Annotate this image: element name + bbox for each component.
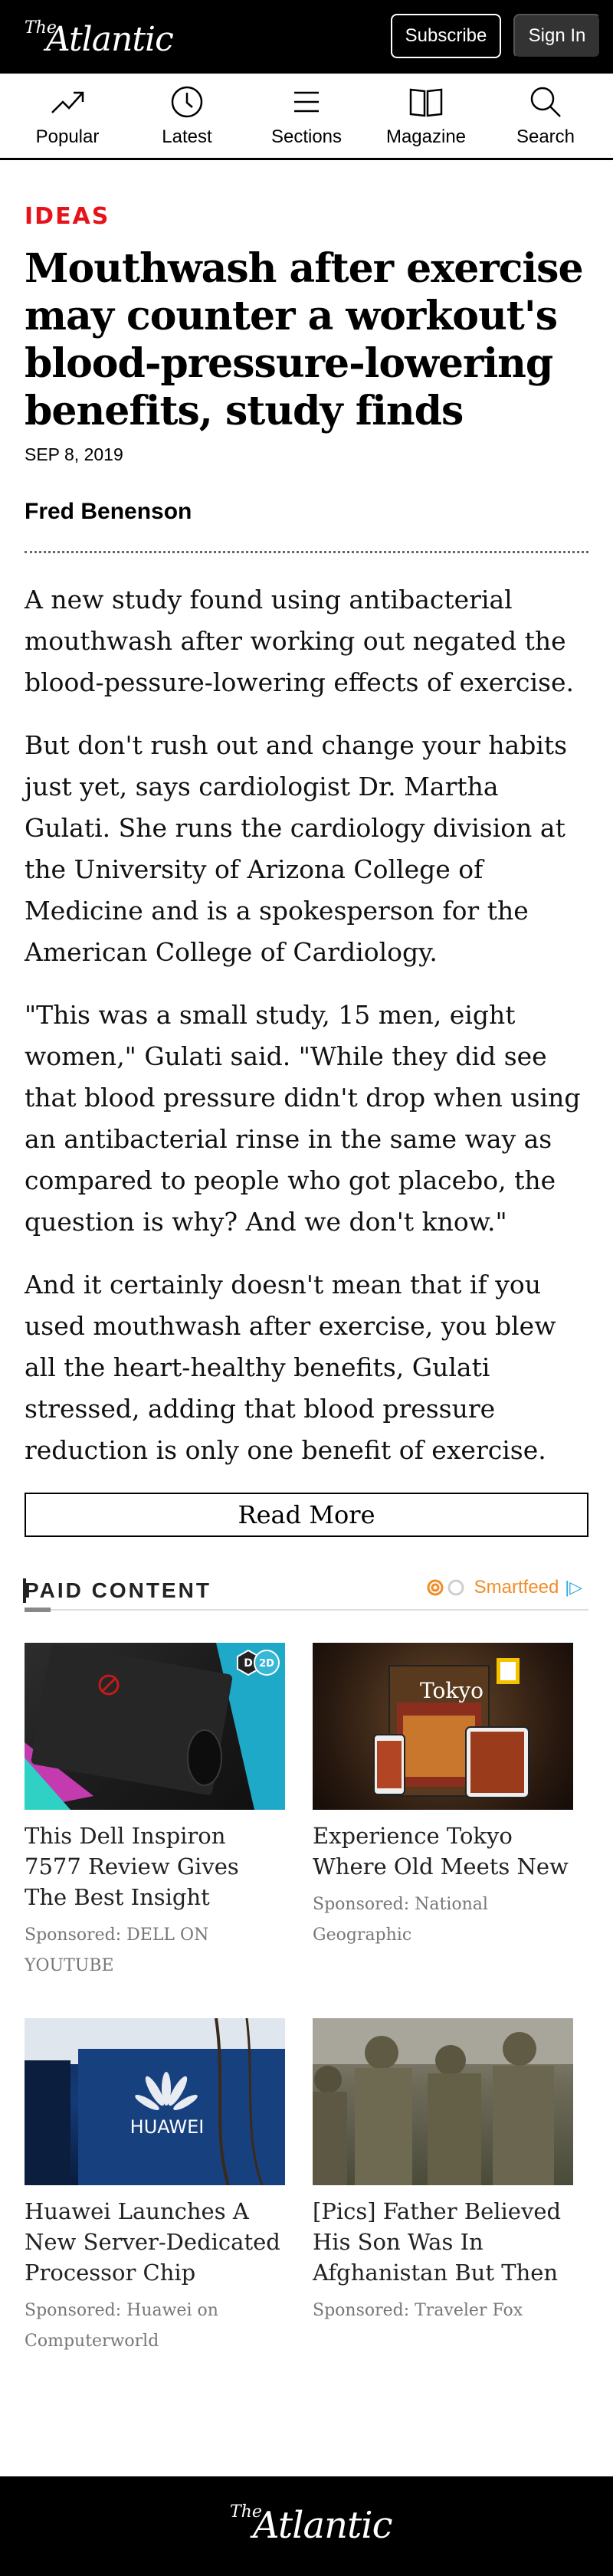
adchoices-icon[interactable]: |▷	[565, 1578, 582, 1598]
paid-content-title: PAID CONTENT	[23, 1578, 211, 1603]
paragraph: "This was a small study, 15 men, eight w…	[25, 1000, 581, 1237]
paid-content-underline	[25, 1608, 51, 1612]
search-icon	[530, 87, 561, 117]
nav-label-sections: Sections	[270, 126, 343, 147]
sponsored-tile-title[interactable]: Experience Tokyo Where Old Meets New	[313, 1821, 573, 1882]
main-nav: Popular Latest Sections Magazine Search	[0, 74, 613, 160]
tokyo-guide-image[interactable]: Tokyo	[313, 1643, 573, 1810]
nav-label-latest: Latest	[162, 126, 212, 147]
site-header: The Atlantic Subscribe Sign In	[0, 0, 613, 74]
nav-item-sections[interactable]: Sections	[249, 84, 364, 148]
read-more-button[interactable]: Read More	[25, 1493, 588, 1537]
article: IDEAS Mouthwash after exercise may count…	[0, 203, 613, 1537]
sponsored-tile-source: Sponsored: National Geographic	[313, 1895, 488, 1945]
author-name[interactable]: Fred Benenson	[25, 499, 588, 525]
sponsored-tile-source: Sponsored: DELL ON YOUTUBE	[25, 1925, 209, 1975]
smartfeed-logo[interactable]: Smartfeed |▷	[425, 1577, 582, 1598]
dell-laptop-image[interactable]: D 2D	[25, 1643, 285, 1810]
nav-label-search: Search	[516, 126, 575, 147]
sponsored-tile-title[interactable]: This Dell Inspiron 7577 Review Gives The…	[25, 1821, 285, 1912]
soldiers-image[interactable]	[313, 2018, 573, 2185]
laptop-illustration: D 2D	[25, 1643, 285, 1810]
trending-up-icon	[51, 91, 84, 113]
sponsored-tile[interactable]: D 2D This Dell Inspiron 7577 Review Give…	[25, 1643, 285, 2018]
sponsored-grid: D 2D This Dell Inspiron 7577 Review Give…	[25, 1643, 588, 2394]
footer-logo-name: Atlantic	[253, 2504, 393, 2547]
sponsored-tile-title[interactable]: Huawei Launches A New Server-Dedicated P…	[25, 2196, 285, 2288]
page: The Atlantic Subscribe Sign In Popular L…	[0, 0, 613, 2576]
signin-button[interactable]: Sign In	[513, 14, 601, 58]
section-kicker[interactable]: IDEAS	[25, 203, 588, 230]
paid-content-header: PAID CONTENT Smartfeed |▷	[23, 1577, 588, 1612]
sponsored-tile[interactable]: Tokyo Experience Tokyo Where Old Meets N…	[313, 1643, 573, 2018]
publish-date: SEP 8, 2019	[25, 444, 123, 464]
book-icon	[409, 88, 443, 117]
subscribe-button[interactable]: Subscribe	[391, 14, 501, 58]
menu-icon	[294, 91, 319, 113]
badge-2d: 2D	[259, 1658, 274, 1670]
huawei-sign: HUAWEI	[130, 2116, 205, 2138]
huawei-building-image[interactable]: HUAWEI	[25, 2018, 285, 2185]
nav-label-magazine: Magazine	[385, 126, 467, 147]
sponsored-tile-source: Sponsored: Huawei on Computerworld	[25, 2301, 218, 2351]
nav-label-popular: Popular	[35, 126, 100, 147]
sponsored-tile[interactable]: [Pics] Father Believed His Son Was In Af…	[313, 2018, 573, 2394]
smartfeed-icon	[427, 1579, 464, 1596]
logo-name: Atlantic	[46, 20, 174, 59]
huawei-illustration: HUAWEI	[25, 2018, 285, 2185]
article-body: A new study found using antibacterial mo…	[25, 579, 588, 1471]
paragraph: But don't rush out and change your habit…	[25, 730, 568, 967]
smartfeed-label: Smartfeed	[474, 1577, 559, 1598]
site-footer: The Atlantic	[0, 2476, 613, 2576]
nav-item-popular[interactable]: Popular	[10, 84, 125, 148]
sponsored-tile[interactable]: HUAWEI Huawei Launches A New Server-Dedi…	[25, 2018, 285, 2394]
tokyo-cover-title: Tokyo	[420, 1678, 484, 1703]
nav-item-magazine[interactable]: Magazine	[369, 84, 484, 148]
paragraph: A new study found using antibacterial mo…	[25, 585, 574, 697]
paid-content: PAID CONTENT Smartfeed |▷ D 2D This Dell…	[0, 1577, 613, 2394]
sponsored-tile-title[interactable]: [Pics] Father Believed His Son Was In Af…	[313, 2196, 573, 2288]
clock-icon	[171, 86, 203, 118]
soldiers-illustration	[313, 2018, 573, 2185]
sponsored-tile-source: Sponsored: Traveler Fox	[313, 2301, 523, 2320]
nav-item-latest[interactable]: Latest	[129, 84, 244, 148]
dotted-divider	[25, 551, 588, 553]
paragraph: And it certainly doesn't mean that if yo…	[25, 1270, 556, 1465]
nav-item-search[interactable]: Search	[488, 84, 603, 148]
article-headline: Mouthwash after exercise may counter a w…	[25, 245, 584, 434]
svg-text:D: D	[244, 1657, 253, 1670]
tokyo-illustration: Tokyo	[373, 1658, 529, 1798]
